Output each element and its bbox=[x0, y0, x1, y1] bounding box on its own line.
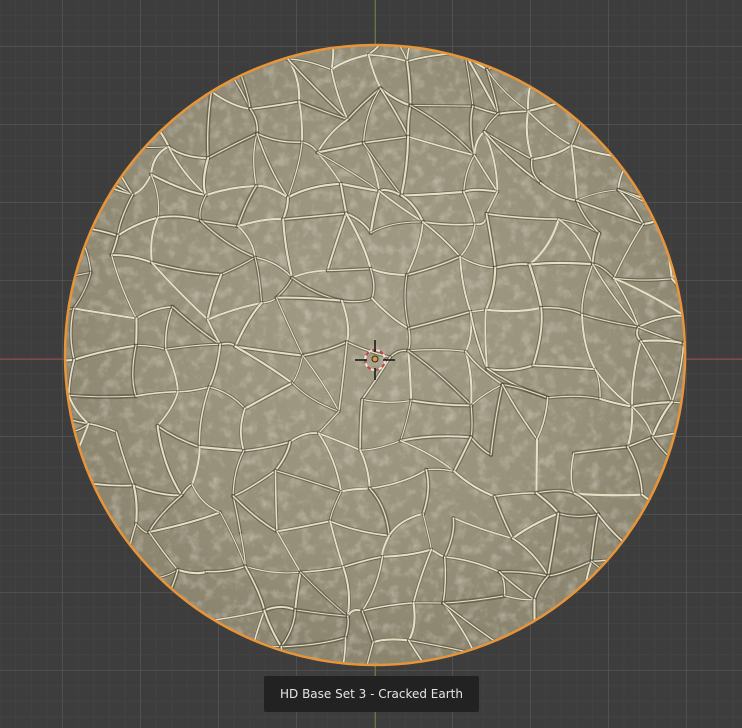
3d-cursor-icon[interactable] bbox=[351, 336, 399, 384]
3d-viewport[interactable]: HD Base Set 3 - Cracked Earth bbox=[0, 0, 742, 728]
object-name-label: HD Base Set 3 - Cracked Earth bbox=[264, 676, 479, 712]
object-name-text: HD Base Set 3 - Cracked Earth bbox=[279, 687, 463, 701]
